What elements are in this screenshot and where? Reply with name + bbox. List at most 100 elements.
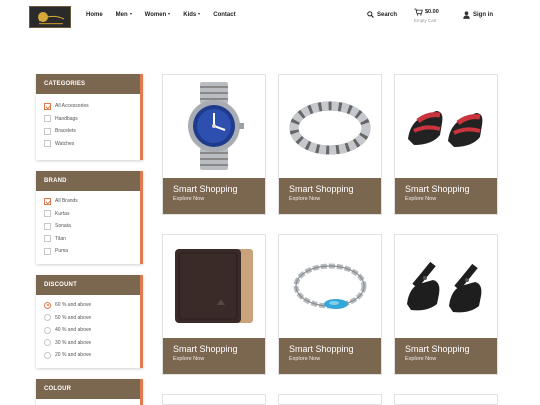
- metal-bracelet-icon: [289, 101, 371, 155]
- category-option[interactable]: Handbags: [44, 113, 132, 126]
- nav-home[interactable]: Home: [86, 12, 103, 18]
- filter-brand: BRAND All Brands Kurtas Sonata Titan Pum…: [36, 171, 143, 264]
- search-icon: [367, 11, 374, 18]
- site-header: Home Men Women Kids Contact Search $0.00…: [0, 0, 540, 34]
- product-image: [395, 235, 497, 337]
- product-card[interactable]: Smart Shopping Explore Now: [278, 74, 382, 215]
- product-card[interactable]: Smart Shopping Explore Now: [394, 234, 498, 375]
- checkbox[interactable]: [44, 197, 51, 205]
- explore-link[interactable]: Explore Now: [405, 356, 497, 362]
- radio[interactable]: [44, 339, 51, 347]
- product-caption: Smart Shopping Explore Now: [163, 338, 265, 374]
- option-label: Sonata: [55, 223, 71, 230]
- option-label: Bracelets: [55, 128, 76, 135]
- product-card[interactable]: Smart Shopping Explore Now: [162, 74, 266, 215]
- category-option[interactable]: Bracelets: [44, 125, 132, 138]
- black-sandals-icon: [407, 261, 482, 313]
- explore-link[interactable]: Explore Now: [173, 356, 265, 362]
- nav-kids-label: Kids: [183, 12, 197, 18]
- option-label: 30 % and above: [55, 339, 92, 346]
- discount-option[interactable]: 30 % and above: [44, 337, 132, 350]
- product-image: [279, 235, 381, 337]
- checkbox[interactable]: [44, 115, 51, 123]
- product-caption: Smart Shopping Explore Now: [279, 338, 381, 374]
- wallet-icon: [175, 249, 253, 323]
- product-title: Smart Shopping: [405, 184, 470, 194]
- product-title: Smart Shopping: [289, 184, 354, 194]
- checkbox[interactable]: [44, 127, 51, 135]
- checkbox[interactable]: [44, 102, 51, 110]
- signin-button[interactable]: Sign in: [463, 11, 493, 19]
- nav-men[interactable]: Men: [116, 12, 132, 18]
- option-label: 40 % and above: [55, 327, 92, 334]
- user-icon: [463, 11, 470, 19]
- option-label: 20 % and above: [55, 352, 92, 359]
- option-label: Handbags: [55, 115, 78, 122]
- product-card[interactable]: Smart Shopping Explore Now: [162, 234, 266, 375]
- option-label: Puma: [55, 248, 69, 255]
- checkbox[interactable]: [44, 235, 51, 243]
- brand-option[interactable]: Titan: [44, 233, 132, 246]
- brand-option[interactable]: Sonata: [44, 220, 132, 233]
- discount-option[interactable]: 20 % and above: [44, 349, 132, 362]
- category-option[interactable]: All Accessories: [44, 100, 132, 113]
- radio[interactable]: [44, 351, 51, 359]
- filter-colour: COLOUR: [36, 379, 143, 405]
- discount-option[interactable]: 60 % and above: [44, 299, 132, 312]
- category-option[interactable]: Watches: [44, 138, 132, 151]
- radio[interactable]: [44, 326, 51, 334]
- product-card[interactable]: [394, 394, 498, 405]
- cart-total: $0.00: [425, 9, 439, 15]
- cart-button[interactable]: $0.00 Empty Cart: [414, 8, 439, 23]
- explore-link[interactable]: Explore Now: [289, 356, 381, 362]
- checkbox[interactable]: [44, 210, 51, 218]
- product-title: Smart Shopping: [405, 344, 470, 354]
- radio[interactable]: [44, 314, 51, 322]
- search-label: Search: [377, 11, 398, 18]
- signin-label: Sign in: [473, 12, 493, 18]
- filter-categories: CATEGORIES All Accessories Handbags Brac…: [36, 74, 143, 160]
- explore-link[interactable]: Explore Now: [405, 196, 497, 202]
- brand-option[interactable]: All Brands: [44, 195, 132, 208]
- sandals-icon: [408, 111, 483, 147]
- search-button[interactable]: Search: [367, 11, 397, 18]
- chevron-down-icon: [129, 13, 132, 16]
- product-card[interactable]: [162, 394, 266, 405]
- product-title: Smart Shopping: [289, 344, 354, 354]
- brand-logo[interactable]: [29, 6, 71, 28]
- filter-title: COLOUR: [36, 379, 140, 399]
- option-label: 60 % and above: [55, 302, 92, 309]
- nav-contact[interactable]: Contact: [213, 12, 235, 18]
- product-card[interactable]: [278, 394, 382, 405]
- chain-bracelet-icon: [293, 263, 367, 309]
- nav-kids[interactable]: Kids: [183, 12, 201, 18]
- product-card[interactable]: Smart Shopping Explore Now: [394, 74, 498, 215]
- product-caption: Smart Shopping Explore Now: [279, 178, 381, 214]
- chevron-down-icon: [168, 13, 171, 16]
- filter-title: DISCOUNT: [36, 275, 140, 295]
- filter-discount: DISCOUNT 60 % and above 50 % and above 4…: [36, 275, 143, 368]
- cart-status: Empty Cart: [414, 18, 437, 23]
- brand-option[interactable]: Puma: [44, 245, 132, 258]
- explore-link[interactable]: Explore Now: [289, 196, 381, 202]
- product-caption: Smart Shopping Explore Now: [395, 338, 497, 374]
- checkbox[interactable]: [44, 222, 51, 230]
- filter-title: BRAND: [36, 171, 140, 191]
- product-caption: Smart Shopping Explore Now: [163, 178, 265, 214]
- product-image: [163, 75, 265, 177]
- nav-women[interactable]: Women: [145, 12, 171, 18]
- product-title: Smart Shopping: [173, 344, 238, 354]
- discount-option[interactable]: 40 % and above: [44, 324, 132, 337]
- checkbox[interactable]: [44, 140, 51, 148]
- discount-option[interactable]: 50 % and above: [44, 312, 132, 325]
- product-card[interactable]: Smart Shopping Explore Now: [278, 234, 382, 375]
- cart-icon: [414, 8, 423, 16]
- option-label: Watches: [55, 140, 75, 147]
- chevron-down-icon: [198, 13, 201, 16]
- radio[interactable]: [44, 301, 51, 309]
- brand-option[interactable]: Kurtas: [44, 208, 132, 221]
- explore-link[interactable]: Explore Now: [173, 196, 265, 202]
- checkbox[interactable]: [44, 247, 51, 255]
- watch-icon: [188, 82, 244, 170]
- product-title: Smart Shopping: [173, 184, 238, 194]
